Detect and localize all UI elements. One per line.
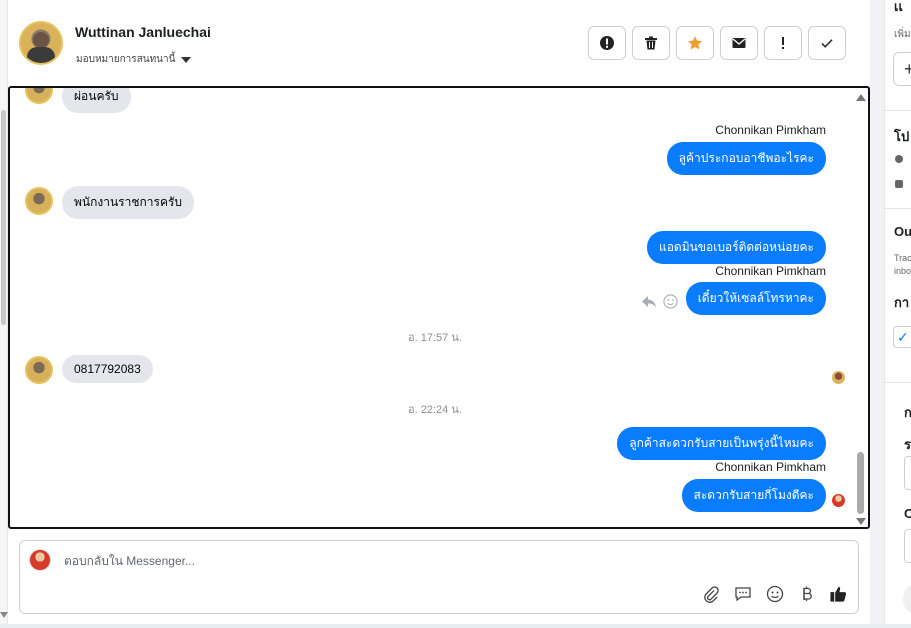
attachment-icon[interactable] bbox=[701, 584, 720, 603]
message-incoming[interactable]: พนักงานราชการครับ bbox=[62, 186, 195, 219]
contact-avatar-small bbox=[25, 356, 53, 384]
star-button[interactable] bbox=[676, 26, 714, 60]
divider bbox=[885, 110, 911, 111]
reply-composer bbox=[19, 540, 859, 614]
add-button[interactable]: + bbox=[893, 52, 911, 86]
left-scroll-down-arrow[interactable] bbox=[0, 612, 8, 618]
timestamp: อ. 22:24 น. bbox=[408, 404, 462, 416]
panel-subtext: Trac bbox=[894, 253, 911, 263]
reply-input[interactable] bbox=[64, 554, 664, 568]
saved-replies-icon[interactable] bbox=[733, 584, 752, 603]
flag-button[interactable] bbox=[764, 26, 802, 60]
panel-heading: เเ bbox=[894, 0, 903, 14]
contact-avatar-small bbox=[25, 88, 53, 104]
panel-heading: โป bbox=[894, 129, 910, 144]
divider bbox=[885, 382, 911, 383]
baht-payment-icon[interactable] bbox=[797, 584, 816, 603]
checkmark-icon bbox=[821, 39, 833, 48]
panel-heading: ก bbox=[904, 402, 911, 423]
panel-heading: Ou bbox=[894, 224, 911, 239]
timestamp: อ. 17:57 น. bbox=[408, 332, 462, 344]
contact-name[interactable]: Wuttinan Janluechai bbox=[75, 24, 211, 40]
sender-name: Chonnikan Pimkham bbox=[715, 264, 826, 278]
message-outgoing[interactable]: ลูค้าประกอบอาชีพอะไรคะ bbox=[666, 142, 826, 175]
page: Wuttinan Janluechai มอบหมายการสนทนานี้ ผ… bbox=[0, 0, 911, 628]
thread-scrollbar[interactable] bbox=[856, 92, 866, 526]
left-scrollbar-thumb[interactable] bbox=[1, 110, 6, 325]
thumbs-up-icon[interactable] bbox=[829, 584, 848, 603]
text-field[interactable] bbox=[904, 456, 911, 490]
seen-avatar bbox=[832, 371, 845, 384]
chat-panel: Wuttinan Janluechai มอบหมายการสนทนานี้ ผ… bbox=[8, 0, 870, 628]
message-outgoing[interactable]: สะดวกรับสายกี่โมงดีคะ bbox=[681, 479, 826, 512]
message-incoming[interactable]: ผ่อนครับ bbox=[62, 88, 131, 113]
done-button[interactable] bbox=[808, 26, 846, 60]
assign-conversation-dropdown[interactable]: มอบหมายการสนทนานี้ bbox=[76, 52, 192, 67]
message-outgoing[interactable]: แอดมินขอเบอร์ติดต่อหน่อยคะ bbox=[646, 231, 826, 264]
field-label: C bbox=[904, 506, 911, 521]
caret-down-icon bbox=[181, 56, 192, 63]
envelope-icon bbox=[732, 38, 746, 48]
scroll-up-arrow[interactable] bbox=[856, 94, 866, 101]
right-details-panel: เเ เพิ่ม + โป Ou Trac inbo กา ✓ ก ร C bbox=[884, 0, 911, 628]
trash-icon bbox=[645, 36, 657, 50]
help-button[interactable] bbox=[903, 585, 911, 613]
bottom-edge bbox=[0, 624, 911, 628]
scroll-down-arrow[interactable] bbox=[856, 518, 866, 525]
message-incoming[interactable]: 0817792083 bbox=[62, 355, 153, 383]
briefcase-icon bbox=[895, 180, 903, 188]
message-outgoing[interactable]: เดี๋ยวให้เซลล์โทรหาคะ bbox=[685, 282, 826, 315]
seen-avatar bbox=[832, 494, 845, 507]
emoji-icon[interactable] bbox=[663, 294, 678, 309]
delete-button[interactable] bbox=[632, 26, 670, 60]
divider bbox=[885, 208, 911, 209]
checkbox-checked[interactable]: ✓ bbox=[893, 326, 911, 348]
report-button[interactable] bbox=[588, 26, 626, 60]
thread-scrollbar-thumb[interactable] bbox=[857, 452, 864, 514]
sender-name: Chonnikan Pimkham bbox=[715, 123, 826, 137]
message-outgoing[interactable]: ลูกค้าสะดวกรับสายเป็นพรุ่งนี้ไหมคะ bbox=[617, 427, 826, 460]
text-field[interactable] bbox=[904, 529, 911, 563]
star-icon bbox=[688, 36, 702, 50]
emoji-picker-icon[interactable] bbox=[765, 584, 784, 603]
left-scrollbar[interactable] bbox=[0, 0, 8, 628]
clock-icon bbox=[895, 155, 903, 163]
contact-avatar[interactable] bbox=[19, 21, 63, 65]
contact-avatar-small bbox=[25, 187, 53, 215]
panel-heading: กา bbox=[894, 295, 910, 310]
message-reactions bbox=[641, 294, 678, 309]
panel-subtext: inbo bbox=[894, 266, 911, 276]
panel-subtext: เพิ่ม bbox=[894, 29, 911, 40]
reply-icon[interactable] bbox=[641, 295, 657, 309]
page-avatar bbox=[29, 549, 51, 571]
conversation-actions bbox=[588, 26, 846, 60]
exclamation-icon bbox=[782, 37, 784, 49]
composer-tools bbox=[701, 584, 848, 603]
mail-button[interactable] bbox=[720, 26, 758, 60]
assign-label: มอบหมายการสนทนานี้ bbox=[76, 54, 176, 65]
exclamation-circle-icon bbox=[600, 36, 614, 50]
conversation-header: Wuttinan Janluechai มอบหมายการสนทนานี้ bbox=[8, 0, 870, 86]
sender-name: Chonnikan Pimkham bbox=[715, 460, 826, 474]
field-label: ร bbox=[904, 437, 911, 452]
message-thread[interactable]: ผ่อนครับ Chonnikan Pimkham ลูค้าประกอบอา… bbox=[8, 86, 870, 529]
